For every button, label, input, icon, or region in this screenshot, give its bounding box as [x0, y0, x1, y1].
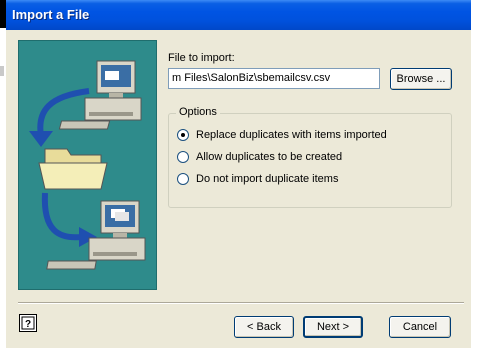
radio-label: Replace duplicates with items imported [196, 129, 387, 141]
folder-icon [38, 148, 108, 190]
file-path-input[interactable]: m Files\SalonBiz\sbemailcsv.csv [168, 68, 380, 89]
footer-divider [18, 302, 464, 304]
import-file-dialog: Import a File File to import: m Files\Sa… [6, 0, 471, 348]
file-to-import-label: File to import: [168, 52, 235, 64]
next-button[interactable]: Next > [303, 316, 363, 338]
wizard-illustration [18, 40, 157, 290]
options-legend: Options [176, 106, 220, 118]
computer-folder-illustration [29, 60, 146, 270]
radio-label: Allow duplicates to be created [196, 151, 343, 163]
help-button[interactable]: ? [19, 314, 37, 332]
radio-allow-duplicates[interactable]: Allow duplicates to be created [177, 150, 342, 164]
window-title: Import a File [12, 7, 90, 22]
help-icon: ? [21, 316, 35, 330]
title-bar[interactable]: Import a File [6, 0, 471, 30]
arrow-icon [29, 88, 90, 147]
svg-text:?: ? [25, 319, 31, 330]
back-button[interactable]: < Back [234, 316, 294, 338]
radio-replace-duplicates[interactable]: Replace duplicates with items imported [177, 128, 387, 142]
radio-button-selected[interactable] [177, 129, 189, 141]
radio-label: Do not import duplicate items [196, 173, 339, 185]
radio-button[interactable] [177, 173, 189, 185]
cancel-button[interactable]: Cancel [389, 316, 451, 338]
browse-button[interactable]: Browse ... [390, 68, 452, 90]
radio-do-not-import[interactable]: Do not import duplicate items [177, 172, 338, 186]
radio-button[interactable] [177, 151, 189, 163]
